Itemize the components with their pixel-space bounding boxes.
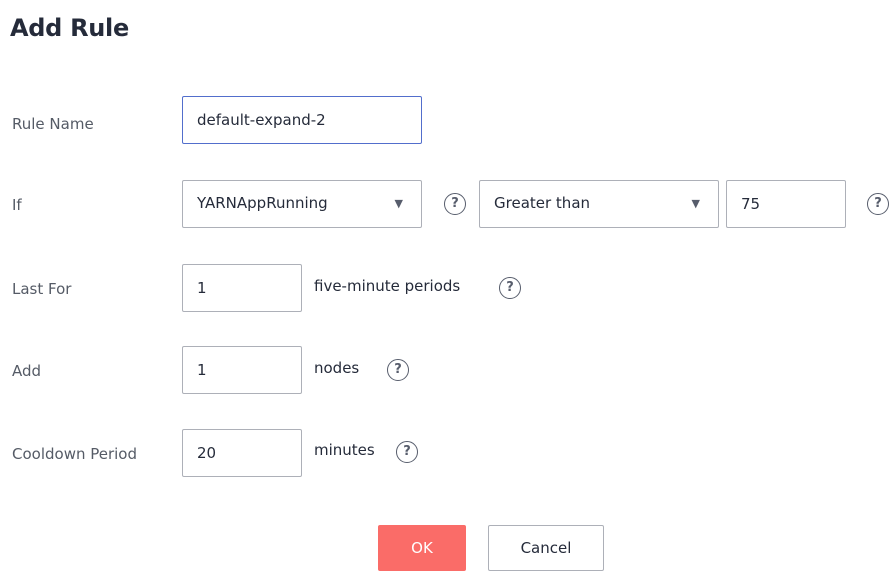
- last-for-label: Last For: [12, 280, 72, 298]
- cooldown-help-icon[interactable]: ?: [396, 441, 418, 463]
- chevron-down-icon: ▼: [691, 197, 700, 210]
- metric-select-value: YARNAppRunning: [197, 194, 328, 212]
- metric-help-icon[interactable]: ?: [444, 193, 466, 215]
- cooldown-unit: minutes: [314, 441, 375, 459]
- rule-name-input[interactable]: [182, 96, 422, 144]
- add-help-icon[interactable]: ?: [387, 359, 409, 381]
- chevron-down-icon: ▼: [394, 197, 403, 210]
- metric-select[interactable]: YARNAppRunning ▼: [182, 180, 422, 228]
- operator-select-value: Greater than: [494, 194, 591, 212]
- last-for-help-icon[interactable]: ?: [499, 277, 521, 299]
- operator-select[interactable]: Greater than ▼: [479, 180, 719, 228]
- cancel-button[interactable]: Cancel: [488, 525, 604, 571]
- if-label: If: [12, 196, 22, 214]
- dialog-title: Add Rule: [10, 14, 129, 42]
- last-for-unit: five-minute periods: [314, 277, 461, 295]
- threshold-input[interactable]: [726, 180, 846, 228]
- cooldown-input[interactable]: [182, 429, 302, 477]
- add-unit: nodes: [314, 359, 360, 377]
- last-for-input[interactable]: [182, 264, 302, 312]
- rule-name-label: Rule Name: [12, 115, 94, 133]
- ok-button[interactable]: OK: [378, 525, 466, 571]
- threshold-help-icon[interactable]: ?: [867, 193, 889, 215]
- add-nodes-input[interactable]: [182, 346, 302, 394]
- cooldown-label: Cooldown Period: [12, 445, 138, 463]
- add-label: Add: [12, 362, 42, 380]
